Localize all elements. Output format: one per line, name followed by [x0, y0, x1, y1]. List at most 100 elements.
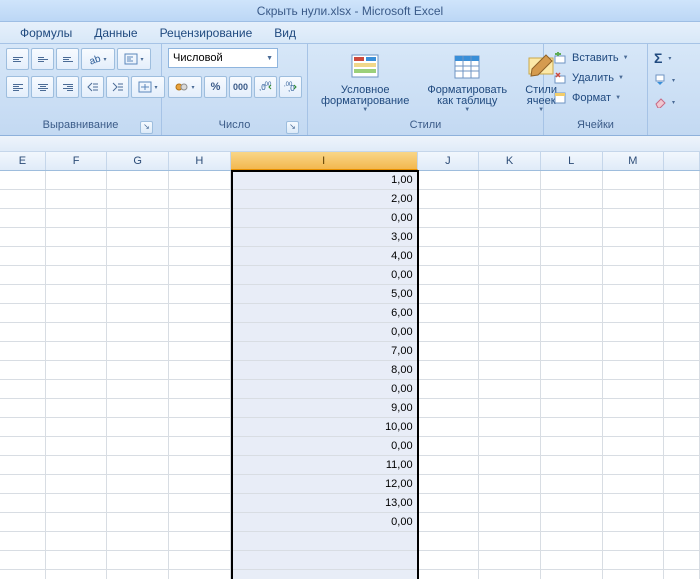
cell[interactable]	[418, 494, 480, 513]
alignment-launcher[interactable]: ↘	[140, 121, 153, 134]
wrap-text-button[interactable]	[117, 48, 151, 70]
cell[interactable]	[479, 380, 541, 399]
cell[interactable]	[0, 361, 46, 380]
cell[interactable]	[0, 342, 46, 361]
cell[interactable]	[664, 475, 700, 494]
cell[interactable]: 5,00	[231, 285, 418, 304]
cell[interactable]	[479, 304, 541, 323]
cell[interactable]	[664, 551, 700, 570]
cell[interactable]	[664, 304, 700, 323]
cell[interactable]	[0, 494, 46, 513]
insert-cells-button[interactable]: Вставить ▼	[550, 48, 633, 68]
cell[interactable]	[479, 209, 541, 228]
orientation-button[interactable]: ab	[81, 48, 115, 70]
cell[interactable]	[479, 323, 541, 342]
cell[interactable]	[418, 399, 480, 418]
column-header-I[interactable]: I	[231, 152, 418, 170]
cell[interactable]	[46, 380, 108, 399]
cell[interactable]	[169, 228, 231, 247]
cell[interactable]	[169, 456, 231, 475]
cell[interactable]	[479, 475, 541, 494]
cell[interactable]	[46, 570, 108, 579]
tab-review[interactable]: Рецензирование	[160, 26, 253, 40]
cell[interactable]	[107, 418, 169, 437]
cell[interactable]	[46, 456, 108, 475]
cell[interactable]	[0, 285, 46, 304]
cell[interactable]	[603, 266, 665, 285]
increase-indent-button[interactable]	[106, 76, 129, 98]
cell[interactable]	[169, 247, 231, 266]
cell[interactable]	[479, 570, 541, 579]
cell[interactable]	[169, 323, 231, 342]
cell[interactable]	[0, 266, 46, 285]
cell[interactable]	[169, 361, 231, 380]
cell[interactable]	[603, 532, 665, 551]
cell[interactable]	[169, 532, 231, 551]
cell[interactable]	[107, 266, 169, 285]
cell[interactable]	[107, 532, 169, 551]
cell[interactable]: 7,00	[231, 342, 418, 361]
cell[interactable]	[603, 190, 665, 209]
cell[interactable]	[418, 247, 480, 266]
cell[interactable]	[107, 570, 169, 579]
cell[interactable]	[169, 209, 231, 228]
cell[interactable]	[664, 456, 700, 475]
cell[interactable]	[231, 551, 418, 570]
cell[interactable]	[46, 171, 108, 190]
cell[interactable]	[664, 399, 700, 418]
cell[interactable]	[418, 437, 480, 456]
cell[interactable]	[541, 551, 603, 570]
grid[interactable]: 1,002,000,003,004,000,005,006,000,007,00…	[0, 171, 700, 579]
decrease-decimal-button[interactable]: ,00,0	[279, 76, 302, 98]
cell[interactable]	[46, 304, 108, 323]
cell[interactable]	[169, 494, 231, 513]
cell[interactable]: 3,00	[231, 228, 418, 247]
cell[interactable]	[603, 513, 665, 532]
cell[interactable]	[46, 285, 108, 304]
cell[interactable]	[603, 380, 665, 399]
cell[interactable]	[418, 380, 480, 399]
cell[interactable]	[107, 342, 169, 361]
cell[interactable]	[541, 475, 603, 494]
cell[interactable]	[169, 171, 231, 190]
cell[interactable]	[418, 361, 480, 380]
cell[interactable]	[46, 513, 108, 532]
column-header-H[interactable]: H	[169, 152, 231, 170]
cell[interactable]	[46, 190, 108, 209]
cell[interactable]	[169, 475, 231, 494]
cell[interactable]	[418, 342, 480, 361]
cell[interactable]	[479, 456, 541, 475]
column-header-J[interactable]: J	[418, 152, 480, 170]
cell[interactable]	[541, 437, 603, 456]
cell[interactable]	[46, 266, 108, 285]
cell[interactable]	[664, 532, 700, 551]
cell[interactable]: 1,00	[231, 171, 418, 190]
cell[interactable]	[0, 323, 46, 342]
cell[interactable]	[46, 361, 108, 380]
cell[interactable]	[0, 437, 46, 456]
cell[interactable]	[603, 323, 665, 342]
cell[interactable]	[107, 494, 169, 513]
cell[interactable]	[664, 418, 700, 437]
cell[interactable]: 4,00	[231, 247, 418, 266]
cell[interactable]	[46, 418, 108, 437]
tab-view[interactable]: Вид	[274, 26, 296, 40]
cell[interactable]	[418, 209, 480, 228]
cell[interactable]	[46, 475, 108, 494]
cell[interactable]	[46, 399, 108, 418]
cell[interactable]	[541, 190, 603, 209]
cell[interactable]	[418, 418, 480, 437]
cell[interactable]	[107, 380, 169, 399]
cell[interactable]	[0, 551, 46, 570]
cell[interactable]	[664, 209, 700, 228]
cell[interactable]	[46, 532, 108, 551]
cell[interactable]	[418, 551, 480, 570]
format-as-table-button[interactable]: Форматировать как таблицу ▼	[420, 48, 514, 116]
cell[interactable]	[107, 247, 169, 266]
cell[interactable]	[479, 532, 541, 551]
cell[interactable]	[418, 228, 480, 247]
cell[interactable]	[0, 209, 46, 228]
column-header-E[interactable]: E	[0, 152, 46, 170]
cell[interactable]	[169, 342, 231, 361]
column-header-F[interactable]: F	[46, 152, 108, 170]
